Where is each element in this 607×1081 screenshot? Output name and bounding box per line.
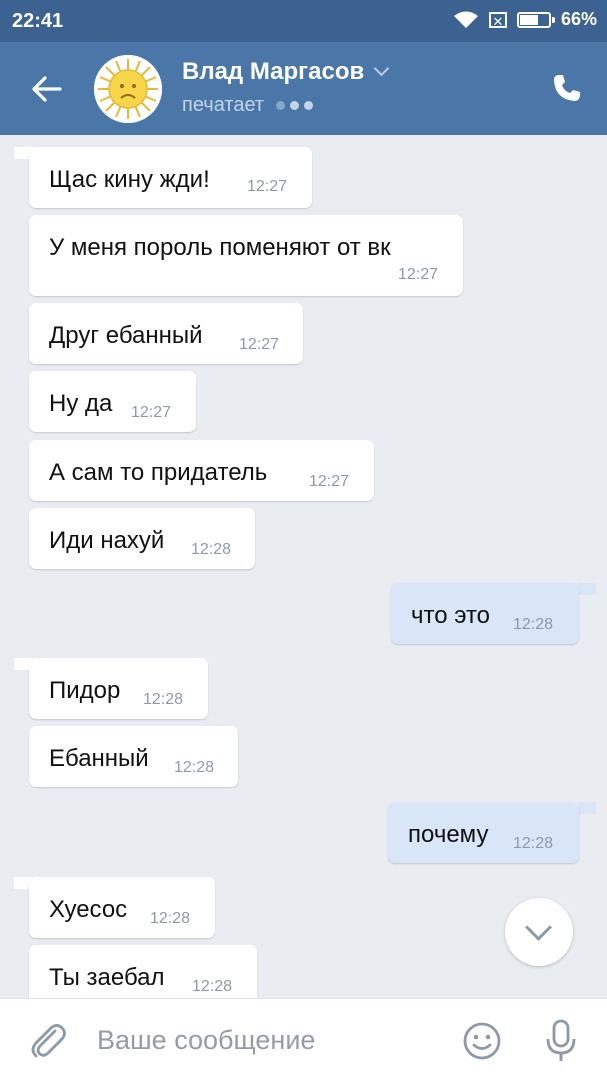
message-bubble-outgoing[interactable]: что это 12:28 xyxy=(391,583,579,644)
bubble-tail xyxy=(578,802,596,814)
typing-status: печатает xyxy=(182,94,314,117)
battery-percent: 66% xyxy=(560,9,597,29)
message-input[interactable]: Ваше сообщение xyxy=(97,1025,315,1056)
scroll-down-button[interactable] xyxy=(505,898,573,966)
bubble-tail xyxy=(578,583,596,595)
chevron-down-icon xyxy=(373,60,390,77)
message-bubble[interactable]: Ты заебал 12:28 xyxy=(29,945,257,998)
message-bubble[interactable]: А сам то придатель 12:27 xyxy=(29,440,374,501)
clock: 22:41 xyxy=(12,10,64,32)
status-bar: 22:41 ✕ 66% xyxy=(0,0,607,42)
message-bubble[interactable]: Иди нахуй 12:28 xyxy=(29,508,255,569)
status-icons: ✕ 66% xyxy=(453,9,597,30)
paperclip-icon[interactable] xyxy=(28,1021,68,1061)
avatar[interactable] xyxy=(94,55,162,123)
message-bubble[interactable]: Друг ебанный 12:27 xyxy=(29,303,303,364)
message-bubble[interactable]: Ну да 12:27 xyxy=(29,371,196,432)
wifi-icon xyxy=(453,11,478,28)
message-bubble[interactable]: Щас кину жди! 12:27 xyxy=(29,147,312,208)
message-composer: Ваше сообщение xyxy=(0,998,607,1081)
typing-dots-icon xyxy=(276,101,314,110)
message-bubble-outgoing[interactable]: почему 12:28 xyxy=(388,802,579,863)
message-bubble[interactable]: У меня пороль поменяют от вк 12:27 xyxy=(29,215,463,296)
phone-icon[interactable] xyxy=(551,72,583,104)
battery-icon xyxy=(516,11,555,28)
sad-sun-icon xyxy=(94,55,162,123)
arrow-left-icon[interactable] xyxy=(30,72,64,106)
message-bubble[interactable]: Пидор 12:28 xyxy=(29,658,208,719)
message-list[interactable]: Щас кину жди! 12:27 У меня пороль поменя… xyxy=(0,135,607,998)
message-bubble[interactable]: Ебанный 12:28 xyxy=(29,726,238,787)
smile-icon[interactable] xyxy=(462,1021,502,1061)
chevron-down-icon xyxy=(525,914,552,941)
chat-header: Влад Маргасов печатает xyxy=(0,42,607,135)
message-bubble[interactable]: Хуесос 12:28 xyxy=(29,877,215,938)
contact-name[interactable]: Влад Маргасов xyxy=(182,58,390,86)
no-sim-icon: ✕ xyxy=(488,11,507,29)
mic-icon[interactable] xyxy=(544,1019,578,1063)
